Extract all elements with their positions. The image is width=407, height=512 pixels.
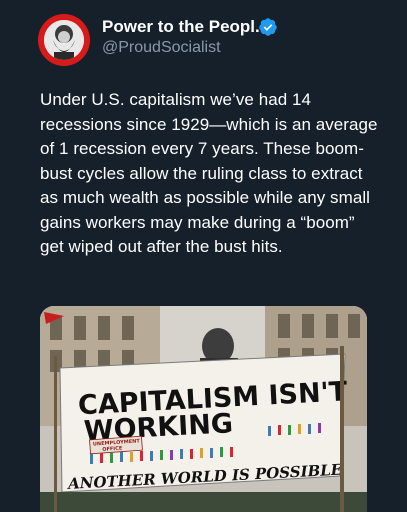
- author-handle[interactable]: @ProudSocialist: [102, 39, 221, 57]
- protest-banner-photo: CAPITALISM ISN'T WORKING UNEMPLOYMENT OF…: [40, 306, 367, 512]
- author-avatar[interactable]: [38, 14, 90, 66]
- verified-badge-icon: [259, 18, 277, 36]
- tweet-media-image[interactable]: CAPITALISM ISN'T WORKING UNEMPLOYMENT OF…: [40, 306, 367, 512]
- author-display-name[interactable]: Power to the Peopl...: [102, 17, 269, 37]
- tweet-text: Under U.S. capitalism we’ve had 14 reces…: [40, 90, 378, 256]
- karl-marx-portrait-icon: [44, 20, 84, 60]
